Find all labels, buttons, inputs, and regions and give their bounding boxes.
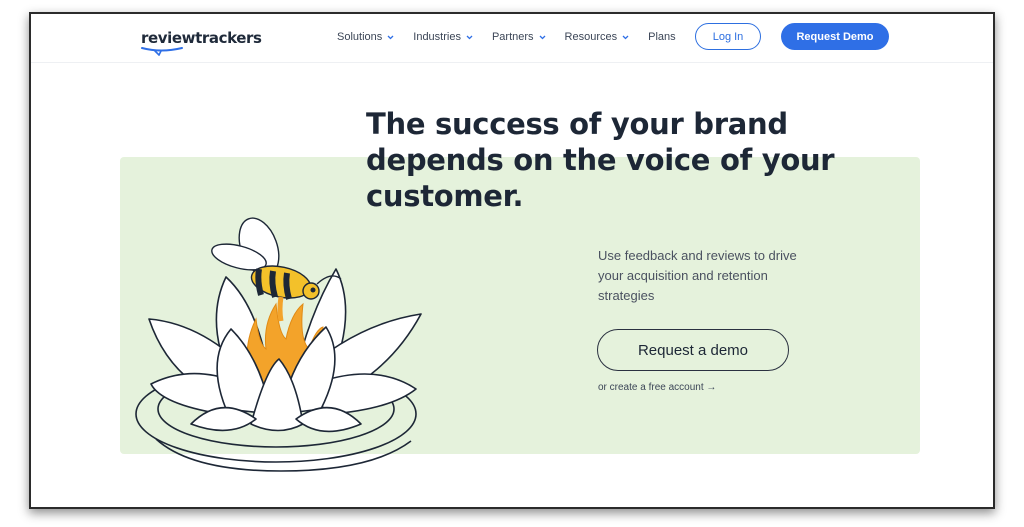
nav-item-label: Solutions <box>337 31 383 43</box>
chevron-down-icon <box>622 35 629 39</box>
chevron-down-icon <box>466 35 473 39</box>
chevron-down-icon <box>539 35 546 39</box>
nav-item-label: Partners <box>491 31 534 43</box>
logo-swoosh-icon <box>141 47 183 56</box>
bee-on-water-lily-icon <box>135 217 422 472</box>
logo[interactable]: reviewtrackers <box>141 29 262 56</box>
nav-item-resources[interactable]: Resources <box>565 31 630 43</box>
login-button[interactable]: Log In <box>695 23 761 50</box>
nav-item-solutions[interactable]: Solutions <box>337 31 394 43</box>
logo-text: reviewtrackers <box>141 29 262 47</box>
create-free-account-link[interactable]: or create a free account → <box>598 382 716 393</box>
nav-item-plans[interactable]: Plans <box>648 31 676 43</box>
hero-headline: The success of your brand depends on the… <box>366 107 835 213</box>
nav-item-label: Resources <box>564 31 618 43</box>
nav-item-label: Plans <box>648 31 676 43</box>
nav-item-industries[interactable]: Industries <box>413 31 473 43</box>
request-demo-button[interactable]: Request Demo <box>781 23 889 50</box>
nav-item-label: Industries <box>413 31 461 43</box>
browser-frame: reviewtrackers Solutions Industries Part… <box>29 12 995 509</box>
main-nav: Solutions Industries Partners Resources … <box>337 31 695 43</box>
chevron-down-icon <box>387 35 394 39</box>
header-divider <box>31 62 993 63</box>
request-a-demo-button[interactable]: Request a demo <box>597 329 789 371</box>
nav-item-partners[interactable]: Partners <box>492 31 546 43</box>
hero-subtext: Use feedback and reviews to drive your a… <box>598 248 797 303</box>
